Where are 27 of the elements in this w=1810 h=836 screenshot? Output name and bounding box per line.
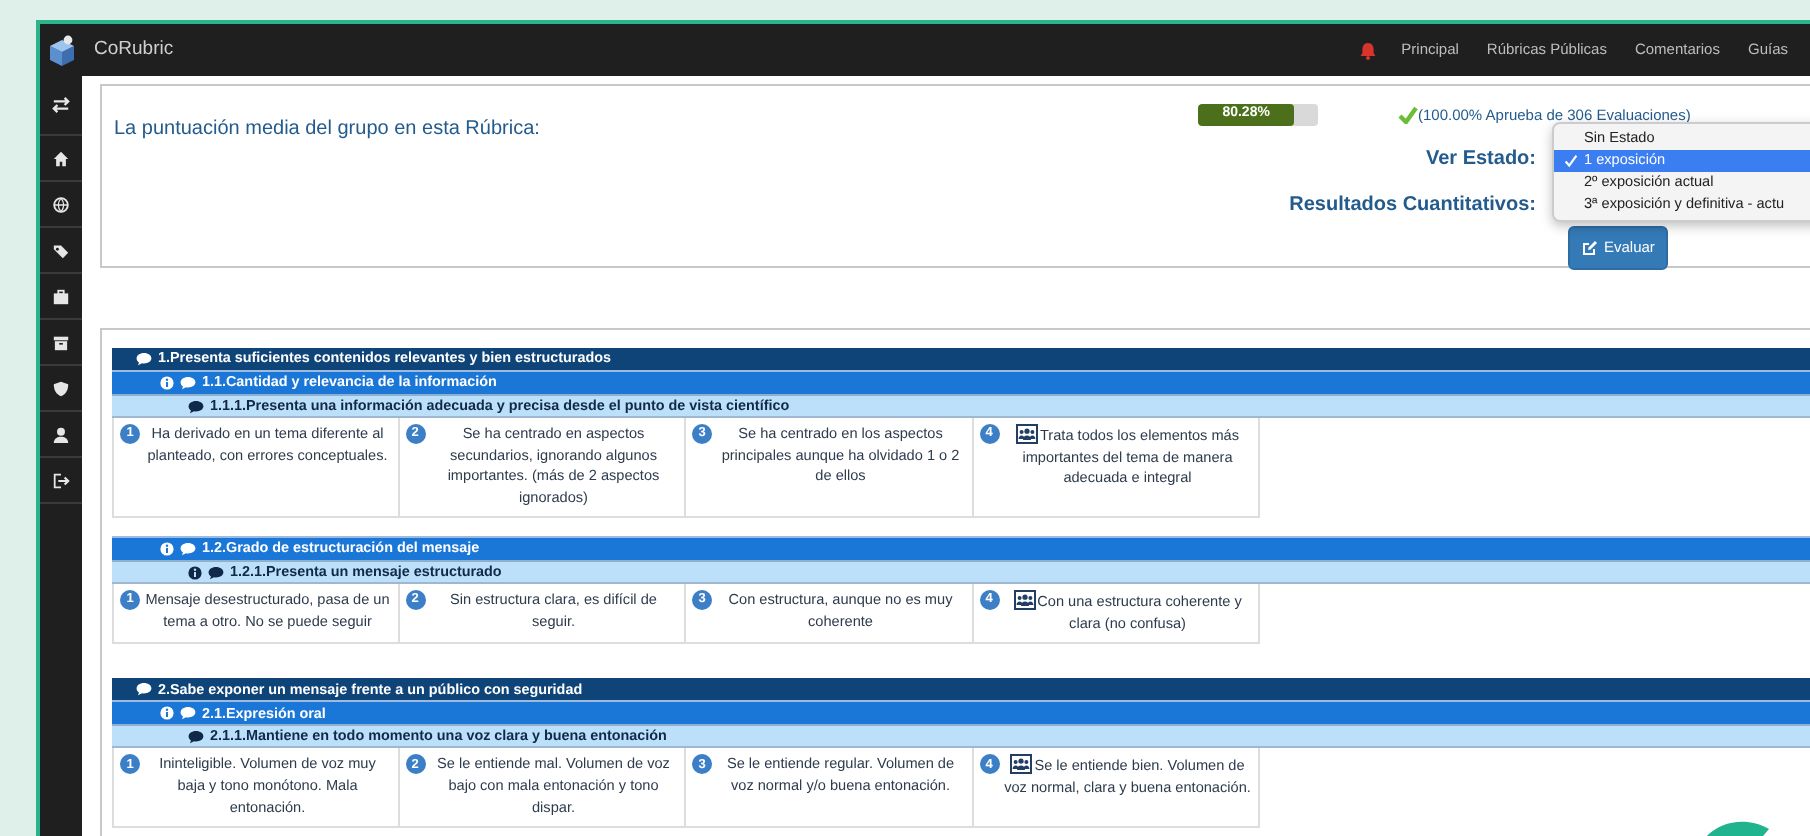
checkmark-icon (1564, 154, 1578, 168)
app-name: CoRubric (94, 35, 174, 64)
info-icon[interactable] (188, 565, 202, 580)
home-icon[interactable] (52, 149, 70, 167)
tags-icon[interactable] (52, 241, 70, 259)
comment-icon[interactable] (136, 682, 152, 697)
group-icon (1016, 424, 1038, 444)
shield-icon[interactable] (52, 379, 70, 397)
user-icon[interactable] (52, 425, 70, 443)
archive-icon[interactable] (52, 333, 70, 351)
sign-out-icon[interactable] (52, 471, 70, 489)
info-icon[interactable] (160, 542, 174, 557)
logo-icon (46, 33, 78, 67)
info-icon[interactable] (160, 706, 174, 721)
globe-icon[interactable] (52, 195, 70, 213)
briefcase-icon[interactable] (52, 287, 70, 305)
state-label: Ver Estado: (1423, 146, 1536, 175)
group-icon (1010, 754, 1033, 775)
average-label: La puntuación media del grupo en esta Rúbrica: (114, 116, 540, 144)
check-icon (1398, 106, 1418, 125)
edit-icon (1582, 239, 1598, 256)
sidebar-toggle-icon[interactable] (52, 96, 70, 114)
notification-bell-icon[interactable] (1359, 41, 1376, 59)
info-icon[interactable] (160, 376, 174, 390)
quantitative-label: Resultados Cuantitativos: (1287, 192, 1536, 221)
comment-icon[interactable] (136, 352, 152, 366)
group-icon (1013, 590, 1036, 611)
